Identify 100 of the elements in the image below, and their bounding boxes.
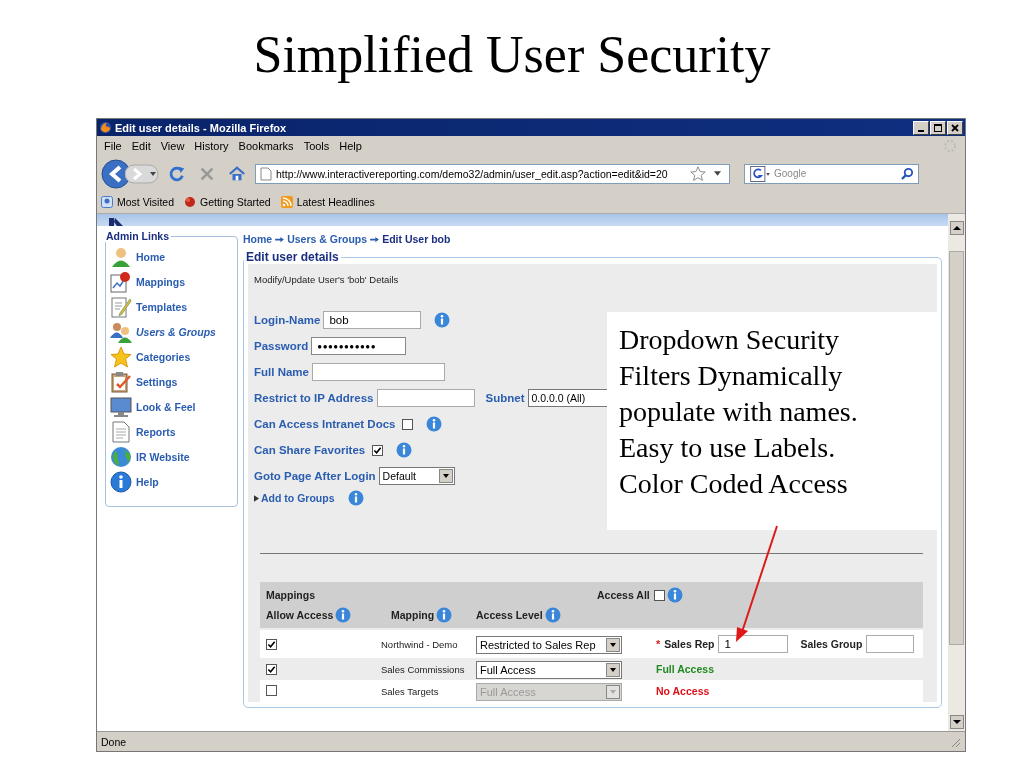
chart-icon [110, 270, 132, 293]
sidebar-link[interactable]: IR Website [136, 450, 190, 463]
subnet-dropdown[interactable]: 0.0.0.0 (All) [527, 389, 608, 407]
access-status: Full Access [656, 663, 714, 675]
scrollbar[interactable] [948, 214, 965, 731]
menu-item[interactable]: View [155, 140, 190, 152]
monitor-icon [110, 395, 132, 418]
bookmark-link[interactable]: Getting Started [184, 196, 271, 208]
sidebar-link[interactable]: Templates [136, 300, 188, 313]
caret-icon [606, 684, 620, 699]
people-icon [110, 320, 132, 343]
arrow-icon [370, 235, 380, 243]
sidebar-link[interactable]: Help [136, 475, 159, 488]
search-icon[interactable] [901, 167, 914, 180]
maximize-button[interactable] [930, 120, 946, 135]
address-bar[interactable]: http://www.interactivereporting.com/demo32/admin/user_edit.asp?action=edit&id=20 [255, 163, 730, 184]
search-bar[interactable]: Google [744, 163, 919, 184]
access-level-dropdown[interactable]: Full Access [476, 660, 622, 679]
mapping-name: Sales Targets [381, 685, 440, 697]
info-icon[interactable] [666, 587, 683, 603]
menu-item[interactable]: File [99, 140, 127, 152]
menu-item[interactable]: Edit [126, 140, 156, 152]
sales-rep-field[interactable]: 1 [718, 635, 789, 653]
info-icon[interactable] [396, 442, 413, 458]
column-header: Access Level [476, 609, 543, 621]
dropdown-caret-icon[interactable] [714, 171, 721, 176]
checkbox[interactable] [653, 589, 665, 601]
login-name-field[interactable]: bob [323, 311, 422, 329]
access-status: No Access [656, 685, 710, 697]
menu-item[interactable]: History [189, 140, 234, 152]
checkbox[interactable] [266, 664, 277, 675]
sidebar-link[interactable]: Users & Groups [136, 325, 216, 338]
info-icon[interactable] [426, 416, 443, 432]
throbber-icon [943, 139, 957, 153]
mapping-name: Sales Commissions [381, 663, 466, 675]
menu-item[interactable]: Help [334, 140, 367, 152]
sidebar-link[interactable]: Home [136, 250, 166, 263]
close-icon [950, 122, 960, 133]
menu-item[interactable]: Bookmarks [233, 140, 299, 152]
sidebar-link[interactable]: Settings [136, 375, 178, 388]
star-icon[interactable] [690, 165, 706, 182]
mapping-name: Northwind - Demo [381, 638, 459, 650]
close-button[interactable] [947, 120, 963, 135]
maximize-icon [933, 122, 943, 133]
scroll-down-icon[interactable] [949, 715, 964, 729]
password-field[interactable]: ●●●●●●●●●●● [311, 337, 407, 355]
breadcrumb-link[interactable]: Users & Groups [287, 233, 368, 245]
field-label: Login-Name [254, 314, 321, 326]
field-label: Subnet [485, 392, 525, 404]
doc-icon [110, 295, 132, 318]
required-mark: * [656, 638, 661, 650]
info-icon[interactable] [544, 607, 561, 623]
arrow-icon [275, 235, 285, 243]
expand-triangle-icon [254, 494, 259, 502]
sidebar-link[interactable]: Look & Feel [136, 400, 196, 413]
checkbox[interactable] [402, 418, 414, 430]
caret-icon [438, 469, 453, 483]
add-to-groups-link[interactable]: Add to Groups [254, 492, 335, 504]
ip-address-field[interactable] [376, 389, 475, 407]
field-label: Goto Page After Login [254, 470, 376, 482]
sidebar-link[interactable]: Categories [136, 350, 191, 363]
clipboard-icon [110, 370, 132, 393]
sales-group-field[interactable] [866, 635, 915, 653]
sidebar-link[interactable]: Reports [136, 425, 176, 438]
column-header: Access All [597, 589, 650, 601]
field-label: Can Share Favorites [254, 444, 366, 456]
scroll-up-icon[interactable] [949, 221, 964, 235]
menu-item[interactable]: Tools [298, 140, 335, 152]
column-header: Mapping [391, 609, 435, 621]
star-icon [110, 345, 132, 368]
minimize-icon [918, 129, 924, 132]
info-icon[interactable] [434, 312, 451, 328]
field-label: Sales Rep [664, 638, 715, 650]
page-icon [110, 420, 132, 443]
info-icon[interactable] [347, 490, 364, 506]
checkbox[interactable] [372, 444, 384, 456]
sidebar-title: Admin Links [105, 230, 170, 242]
table-title: Mappings [266, 589, 315, 601]
access-level-dropdown[interactable]: Restricted to Sales Rep [476, 635, 622, 654]
forward-button[interactable] [125, 163, 159, 184]
bookmark-link[interactable]: Latest Headlines [280, 196, 375, 208]
minimize-button[interactable] [913, 120, 929, 135]
breadcrumb-link[interactable]: Home [243, 233, 273, 245]
browser-logo-icon [99, 121, 112, 134]
bookmark-link[interactable]: Most Visited [101, 196, 174, 208]
checkbox[interactable] [266, 639, 277, 650]
callout-text: Dropdown Security Filters Dynamically populate with names. Easy to use Labels. Color Coded Access [619, 323, 859, 501]
info-icon[interactable] [436, 607, 453, 623]
search-engine-icon [749, 165, 771, 182]
full-name-field[interactable] [311, 363, 445, 381]
sidebar-link[interactable]: Mappings [136, 275, 185, 288]
caret-icon [606, 637, 620, 652]
field-label: Can Access Intranet Docs [254, 418, 396, 430]
globe-icon [110, 445, 132, 468]
goto-page-dropdown[interactable]: Default [378, 467, 455, 485]
info-icon[interactable] [335, 607, 352, 623]
caret-icon [606, 662, 620, 677]
window-title: Edit user details - Mozilla Firefox [115, 121, 288, 134]
field-label: Password [254, 340, 309, 352]
slide-title: Simplified User Security [253, 24, 771, 85]
